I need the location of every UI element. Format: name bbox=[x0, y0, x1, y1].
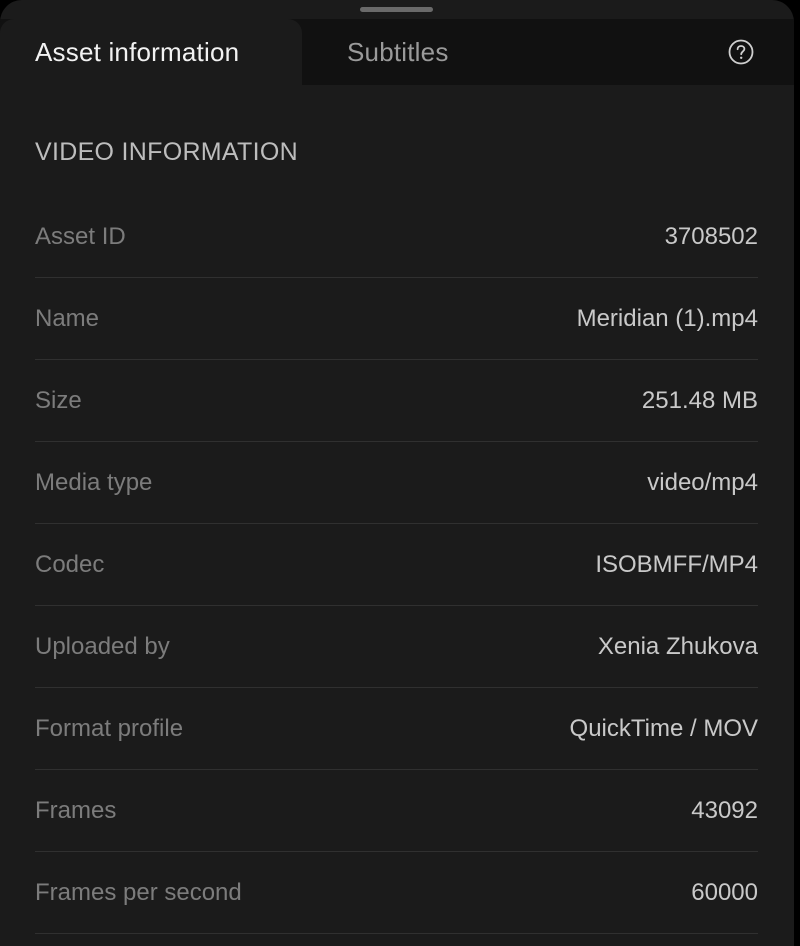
info-value: Meridian (1).mp4 bbox=[576, 304, 758, 332]
info-row-uploaded-by: Uploaded by Xenia Zhukova bbox=[35, 606, 758, 688]
info-row-frames-per-second: Frames per second 60000 bbox=[35, 852, 758, 934]
info-value: video/mp4 bbox=[647, 468, 758, 496]
info-row-codec: Codec ISOBMFF/MP4 bbox=[35, 524, 758, 606]
info-value: Xenia Zhukova bbox=[597, 632, 758, 660]
info-label: Asset ID bbox=[35, 222, 126, 250]
info-value: 43092 bbox=[691, 796, 758, 824]
info-label: Frames per second bbox=[35, 878, 242, 906]
tab-asset-information-label: Asset information bbox=[35, 36, 240, 67]
info-row-format-profile: Format profile QuickTime / MOV bbox=[35, 688, 758, 770]
info-value: ISOBMFF/MP4 bbox=[595, 550, 758, 578]
window-edge bbox=[794, 0, 800, 946]
info-value: 251.48 MB bbox=[641, 386, 758, 414]
info-value: 3708502 bbox=[664, 222, 758, 250]
tab-subtitles[interactable]: Subtitles bbox=[347, 19, 449, 85]
info-row-frames: Frames 43092 bbox=[35, 770, 758, 852]
tab-bar: Asset information Subtitles bbox=[0, 19, 794, 85]
help-icon[interactable] bbox=[728, 39, 754, 65]
info-label: Frames bbox=[35, 796, 117, 824]
info-row-name: Name Meridian (1).mp4 bbox=[35, 278, 758, 360]
info-label: Codec bbox=[35, 550, 105, 578]
tab-subtitles-label: Subtitles bbox=[347, 36, 449, 67]
info-label: Size bbox=[35, 386, 82, 414]
info-row-asset-id: Asset ID 3708502 bbox=[35, 196, 758, 278]
info-value: 60000 bbox=[691, 878, 758, 906]
section-title: VIDEO INFORMATION bbox=[35, 138, 298, 166]
info-row-size: Size 251.48 MB bbox=[35, 360, 758, 442]
info-label: Media type bbox=[35, 468, 153, 496]
info-label: Format profile bbox=[35, 714, 184, 742]
asset-info-panel: Asset information Subtitles VIDEO INFORM… bbox=[0, 0, 794, 946]
info-row-media-type: Media type video/mp4 bbox=[35, 442, 758, 524]
info-value: QuickTime / MOV bbox=[569, 714, 758, 742]
drag-handle[interactable] bbox=[360, 7, 433, 12]
info-list: Asset ID 3708502 Name Meridian (1).mp4 S… bbox=[35, 196, 758, 934]
info-label: Name bbox=[35, 304, 100, 332]
tab-asset-information[interactable]: Asset information bbox=[0, 19, 302, 85]
info-label: Uploaded by bbox=[35, 632, 170, 660]
